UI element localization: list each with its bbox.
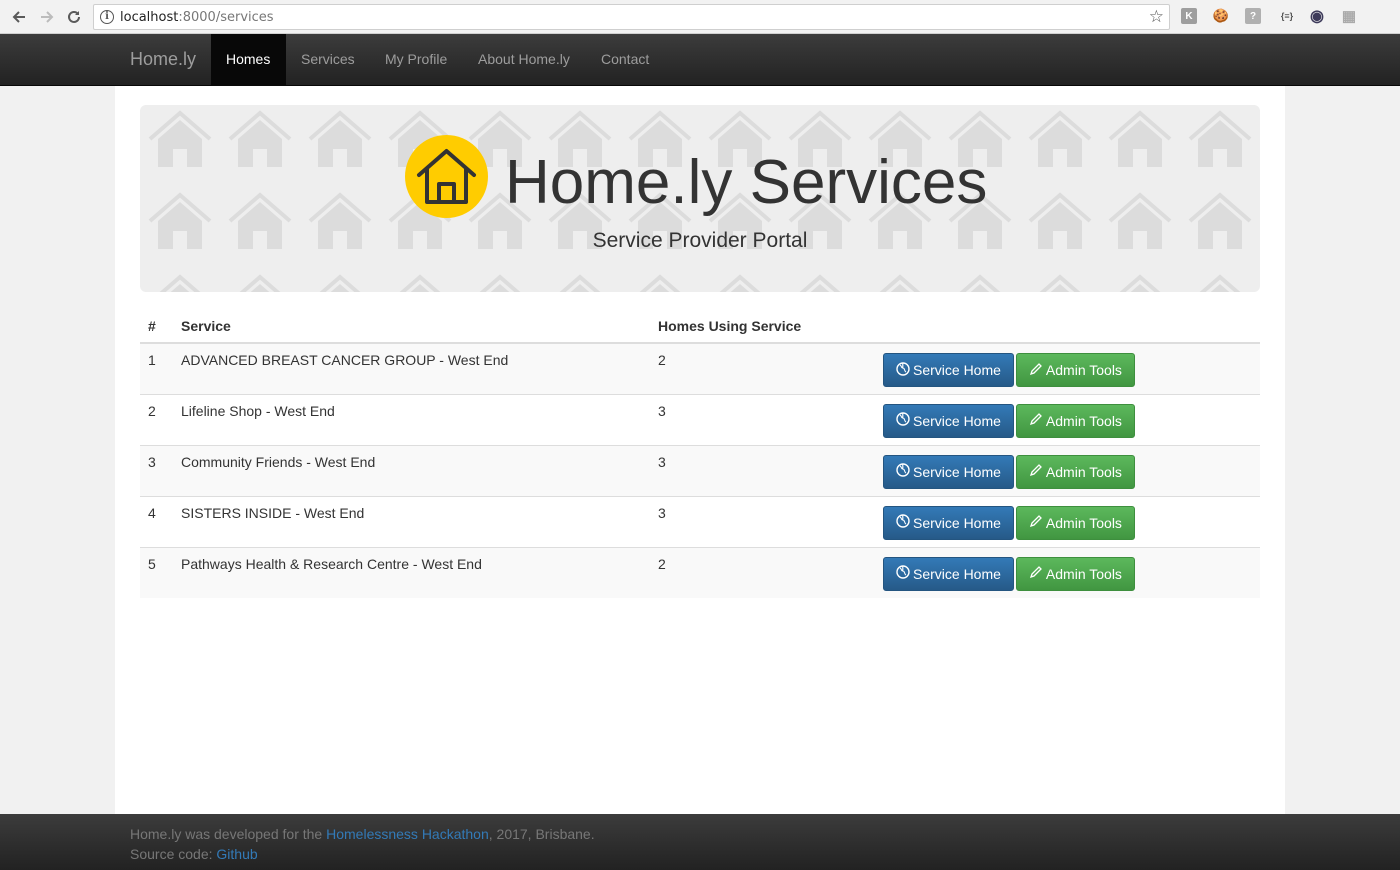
service-home-button[interactable]: Service Home bbox=[883, 556, 1014, 591]
nav-item-my-profile[interactable]: My Profile bbox=[370, 34, 462, 85]
row-number: 1 bbox=[140, 342, 173, 394]
row-actions: Service Home Admin Tools bbox=[875, 444, 1260, 496]
json-extension-icon[interactable]: {≡} bbox=[1276, 8, 1298, 24]
row-homes: 3 bbox=[650, 495, 875, 547]
admin-tools-button[interactable]: Admin Tools bbox=[1015, 353, 1135, 387]
nav-item-homes[interactable]: Homes bbox=[211, 34, 286, 85]
service-home-label: Service Home bbox=[913, 412, 1001, 429]
row-number: 2 bbox=[140, 393, 173, 445]
globe-icon bbox=[896, 463, 910, 480]
table-row: 5 Pathways Health & Research Centre - We… bbox=[140, 546, 1260, 598]
row-service: Pathways Health & Research Centre - West… bbox=[173, 546, 650, 598]
header-service: Service bbox=[173, 306, 650, 344]
address-bar[interactable]: i localhost:8000/services ☆ bbox=[93, 4, 1170, 30]
table-row: 3 Community Friends - West End 3 Service… bbox=[140, 444, 1260, 496]
admin-tools-label: Admin Tools bbox=[1045, 514, 1122, 531]
row-number: 4 bbox=[140, 495, 173, 547]
row-service: Lifeline Shop - West End bbox=[173, 393, 650, 445]
row-actions: Service Home Admin Tools bbox=[875, 546, 1260, 598]
header-actions bbox=[875, 306, 1260, 344]
admin-tools-label: Admin Tools bbox=[1045, 463, 1122, 480]
back-arrow-icon[interactable] bbox=[8, 6, 30, 28]
table-row: 1 ADVANCED BREAST CANCER GROUP - West En… bbox=[140, 342, 1260, 394]
bookmark-star-icon[interactable]: ☆ bbox=[1149, 7, 1164, 27]
admin-tools-label: Admin Tools bbox=[1045, 565, 1122, 582]
row-number: 3 bbox=[140, 444, 173, 496]
pencil-icon bbox=[1029, 463, 1043, 480]
page-subtitle: Service Provider Portal bbox=[592, 229, 808, 252]
footer-source: Source code: Github bbox=[130, 846, 258, 862]
globe-icon bbox=[896, 412, 910, 429]
pencil-icon bbox=[1029, 514, 1043, 531]
nav-item-contact[interactable]: Contact bbox=[586, 34, 664, 85]
hackathon-link[interactable]: Homelessness Hackathon bbox=[326, 826, 489, 842]
forward-arrow-icon[interactable] bbox=[36, 6, 58, 28]
jumbotron: Home.ly Services Service Provider Portal bbox=[140, 105, 1260, 292]
table-header-row: # Service Homes Using Service bbox=[140, 306, 1260, 344]
pencil-icon bbox=[1029, 362, 1043, 379]
reload-icon[interactable] bbox=[63, 6, 85, 28]
admin-tools-button[interactable]: Admin Tools bbox=[1015, 454, 1135, 489]
service-home-button[interactable]: Service Home bbox=[883, 454, 1014, 489]
row-number: 5 bbox=[140, 546, 173, 598]
admin-tools-label: Admin Tools bbox=[1045, 362, 1122, 378]
browser-toolbar: i localhost:8000/services ☆ K 🍪 ? {≡} ◉ … bbox=[0, 0, 1400, 34]
service-home-button[interactable]: Service Home bbox=[883, 505, 1014, 540]
globe-icon bbox=[896, 361, 910, 379]
table-row: 4 SISTERS INSIDE - West End 3 Service Ho… bbox=[140, 495, 1260, 547]
services-table: # Service Homes Using Service 1 ADVANCED… bbox=[140, 306, 1260, 598]
footer-credit: Home.ly was developed for the Homelessne… bbox=[130, 826, 595, 842]
k-extension-icon[interactable]: K bbox=[1181, 8, 1197, 24]
pencil-icon bbox=[1029, 412, 1043, 429]
info-icon[interactable]: i bbox=[100, 10, 114, 24]
service-home-label: Service Home bbox=[913, 514, 1001, 531]
service-home-button[interactable]: Service Home bbox=[883, 403, 1014, 438]
service-home-label: Service Home bbox=[913, 565, 1001, 582]
nav-item-services[interactable]: Services bbox=[286, 34, 370, 85]
admin-tools-label: Admin Tools bbox=[1045, 412, 1122, 429]
nav-item-about[interactable]: About Home.ly bbox=[463, 34, 585, 85]
globe-icon bbox=[896, 565, 910, 582]
service-home-label: Service Home bbox=[913, 362, 1001, 378]
row-service: ADVANCED BREAST CANCER GROUP - West End bbox=[173, 342, 650, 394]
url-text[interactable]: localhost:8000/services bbox=[120, 10, 274, 25]
pencil-icon bbox=[1029, 565, 1043, 582]
globe-icon bbox=[896, 514, 910, 531]
admin-tools-button[interactable]: Admin Tools bbox=[1015, 505, 1135, 540]
header-homes: Homes Using Service bbox=[650, 306, 875, 344]
row-actions: Service Home Admin Tools bbox=[875, 495, 1260, 547]
service-home-label: Service Home bbox=[913, 463, 1001, 480]
github-link[interactable]: Github bbox=[216, 846, 257, 862]
table-row: 2 Lifeline Shop - West End 3 Service Hom… bbox=[140, 393, 1260, 445]
main-container: Home.ly Services Service Provider Portal… bbox=[115, 86, 1285, 814]
page-title: Home.ly Services bbox=[505, 148, 988, 217]
navbar: Home.ly Homes Services My Profile About … bbox=[0, 34, 1400, 86]
service-home-button[interactable]: Service Home bbox=[883, 353, 1014, 387]
help-extension-icon[interactable]: ? bbox=[1245, 8, 1261, 24]
row-homes: 2 bbox=[650, 342, 875, 394]
row-actions: Service Home Admin Tools bbox=[875, 393, 1260, 445]
row-actions: Service Home Admin Tools bbox=[875, 342, 1260, 394]
admin-tools-button[interactable]: Admin Tools bbox=[1015, 403, 1135, 438]
circle-extension-icon[interactable]: ◉ bbox=[1309, 8, 1325, 25]
home-logo-icon bbox=[405, 135, 488, 218]
row-homes: 3 bbox=[650, 393, 875, 445]
row-homes: 2 bbox=[650, 546, 875, 598]
grid-extension-icon[interactable]: ▦ bbox=[1341, 8, 1357, 25]
navbar-brand[interactable]: Home.ly bbox=[130, 49, 196, 70]
cookie-extension-icon[interactable]: 🍪 bbox=[1213, 8, 1229, 24]
row-service: Community Friends - West End bbox=[173, 444, 650, 496]
row-homes: 3 bbox=[650, 444, 875, 496]
footer: Home.ly was developed for the Homelessne… bbox=[0, 814, 1400, 870]
header-number: # bbox=[140, 306, 173, 344]
admin-tools-button[interactable]: Admin Tools bbox=[1015, 556, 1135, 591]
row-service: SISTERS INSIDE - West End bbox=[173, 495, 650, 547]
